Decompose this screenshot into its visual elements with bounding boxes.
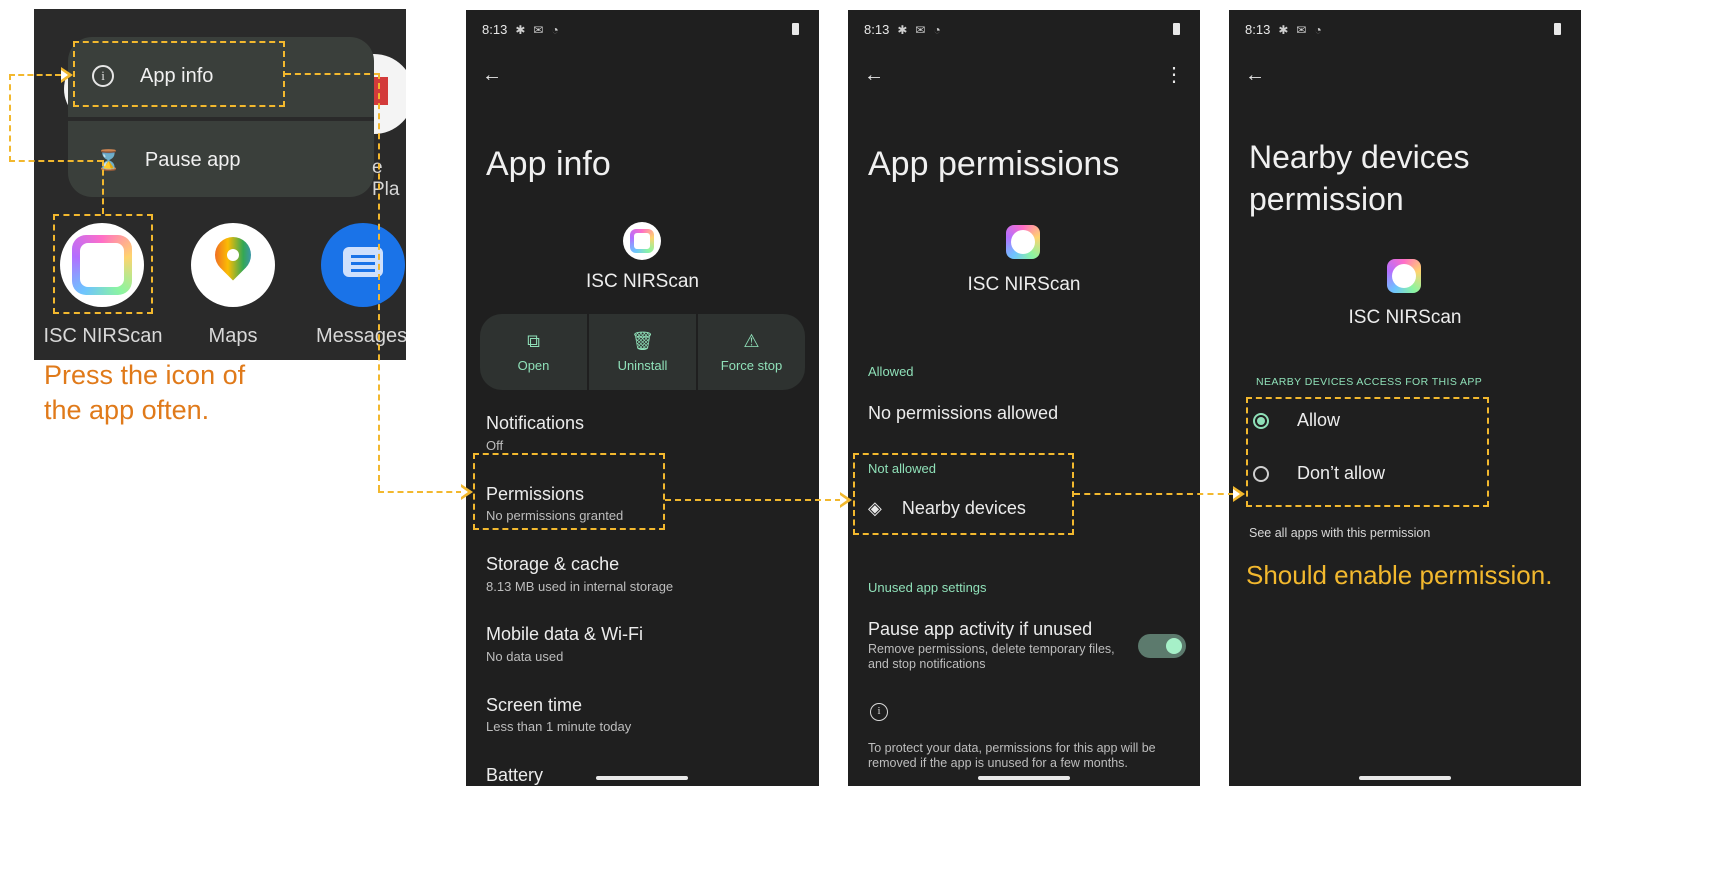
wifi-status-icon: ◔ xyxy=(933,22,941,37)
pause-activity-toggle[interactable] xyxy=(1138,634,1186,658)
app-label-maps: Maps xyxy=(208,325,258,347)
highlight-allow-options xyxy=(1246,397,1489,507)
page-title: App info xyxy=(486,145,611,183)
app-info-screen: 8:13 ✱ ✉ ◔ ← App info ISC NIRScan ⧉ Open… xyxy=(466,10,819,786)
pause-activity-title: Pause app activity if unused xyxy=(868,619,1093,639)
clock: 8:13 xyxy=(482,22,508,37)
action-bar: ⧉ Open 🗑 Uninstall ⚠ Force stop xyxy=(480,314,805,390)
status-bar: 8:13 ✱ ✉ ◔ xyxy=(1245,22,1322,37)
clock: 8:13 xyxy=(1245,22,1271,37)
menu-item-label: Pause app xyxy=(144,148,241,171)
status-bar: 8:13 ✱ ✉ ◔ xyxy=(864,22,941,37)
uninstall-button[interactable]: 🗑 Uninstall xyxy=(589,314,698,390)
wifi-status-icon: ◔ xyxy=(1314,22,1322,37)
warning-triangle-icon: ⚠ xyxy=(743,331,760,351)
battery-icon xyxy=(1554,23,1561,35)
notifications-title: Notifications xyxy=(486,413,585,433)
storage-title: Storage & cache xyxy=(486,554,620,574)
gesture-bar[interactable] xyxy=(1359,776,1451,780)
mail-status-icon: ✉ xyxy=(1296,22,1307,37)
force-stop-label: Force stop xyxy=(720,358,783,373)
highlight-app-info xyxy=(73,41,285,107)
connector-line xyxy=(1074,493,1234,495)
permission-note: Should enable permission. xyxy=(1246,560,1553,590)
open-button[interactable]: ⧉ Open xyxy=(480,314,589,390)
connector-line xyxy=(9,74,61,76)
connector-line xyxy=(9,160,103,162)
app-label-messages: Messages xyxy=(316,325,406,347)
notifications-sub: Off xyxy=(486,438,504,453)
arrow-head xyxy=(1233,486,1245,502)
no-permissions-allowed: No permissions allowed xyxy=(868,403,1059,423)
back-arrow-icon[interactable]: ← xyxy=(864,64,884,87)
open-external-icon: ⧉ xyxy=(527,331,540,351)
connector-line xyxy=(378,491,462,493)
highlight-nearby-devices xyxy=(853,453,1074,535)
connector-line xyxy=(102,160,104,214)
force-stop-button[interactable]: ⚠ Force stop xyxy=(698,314,805,390)
menu-item-pause-app[interactable]: ⌛ Pause app xyxy=(84,135,344,185)
background-app-badge xyxy=(372,77,388,105)
mobile-data-title: Mobile data & Wi-Fi xyxy=(486,624,644,644)
app-label-isc: ISC NIRScan xyxy=(43,325,163,347)
instruction-text: Press the icon of the app often. xyxy=(44,360,246,425)
allowed-header: Allowed xyxy=(868,364,914,379)
connector-line xyxy=(9,74,11,162)
message-bubble-icon xyxy=(343,247,383,277)
arrow-head xyxy=(61,67,73,83)
messages-icon[interactable] xyxy=(321,223,405,307)
storage-sub: 8.13 MB used in internal storage xyxy=(486,579,674,594)
trash-icon: 🗑 xyxy=(631,331,654,351)
pause-activity-sub: Remove permissions, delete temporary fil… xyxy=(868,642,1115,671)
mail-status-icon: ✉ xyxy=(533,22,544,37)
screen-time-title: Screen time xyxy=(486,695,583,715)
app-icon xyxy=(1006,225,1040,259)
app-permissions-screen: 8:13 ✱ ✉ ◔ ← ⋮ App permissions ISC NIRSc… xyxy=(848,10,1200,786)
back-arrow-icon[interactable]: ← xyxy=(1245,64,1265,87)
status-bar: 8:13 ✱ ✉ ◔ xyxy=(482,22,559,37)
unused-app-settings-header: Unused app settings xyxy=(868,580,987,595)
gesture-bar[interactable] xyxy=(596,776,688,780)
highlight-app-icon xyxy=(53,214,153,314)
uninstall-label: Uninstall xyxy=(617,358,668,373)
info-text: To protect your data, permissions for th… xyxy=(868,741,1156,770)
highlight-permissions xyxy=(473,453,665,530)
screen-time-sub: Less than 1 minute today xyxy=(486,719,632,734)
settings-status-icon: ✱ xyxy=(897,22,908,37)
battery-icon xyxy=(1173,23,1180,35)
mail-status-icon: ✉ xyxy=(915,22,926,37)
toggle-thumb xyxy=(1166,638,1182,654)
connector-line xyxy=(378,73,380,491)
arrow-head xyxy=(840,492,852,508)
more-options-icon[interactable]: ⋮ xyxy=(1164,62,1184,87)
maps-icon[interactable] xyxy=(191,223,275,307)
app-name: ISC NIRScan xyxy=(586,271,699,292)
info-icon: i xyxy=(870,703,888,721)
connector-line xyxy=(285,73,380,75)
app-name: ISC NIRScan xyxy=(1348,307,1462,328)
settings-status-icon: ✱ xyxy=(515,22,526,37)
app-icon xyxy=(1387,259,1421,293)
see-all-apps-link[interactable]: See all apps with this permission xyxy=(1249,526,1430,540)
page-title: Nearby devices permission xyxy=(1249,139,1470,217)
wifi-status-icon: ◔ xyxy=(551,22,559,37)
battery-icon xyxy=(792,23,799,35)
back-arrow-icon[interactable]: ← xyxy=(482,64,502,87)
app-name: ISC NIRScan xyxy=(967,274,1081,295)
clock: 8:13 xyxy=(864,22,890,37)
page-title: App permissions xyxy=(868,145,1120,183)
mobile-data-sub: No data used xyxy=(486,649,564,664)
arrow-head xyxy=(461,484,473,500)
gesture-bar[interactable] xyxy=(978,776,1070,780)
open-label: Open xyxy=(517,358,550,373)
settings-status-icon: ✱ xyxy=(1278,22,1289,37)
app-icon xyxy=(623,222,661,260)
section-header: NEARBY DEVICES ACCESS FOR THIS APP xyxy=(1256,376,1483,388)
battery-title: Battery xyxy=(486,765,544,785)
context-menu-divider xyxy=(68,117,374,121)
connector-line xyxy=(665,499,841,501)
